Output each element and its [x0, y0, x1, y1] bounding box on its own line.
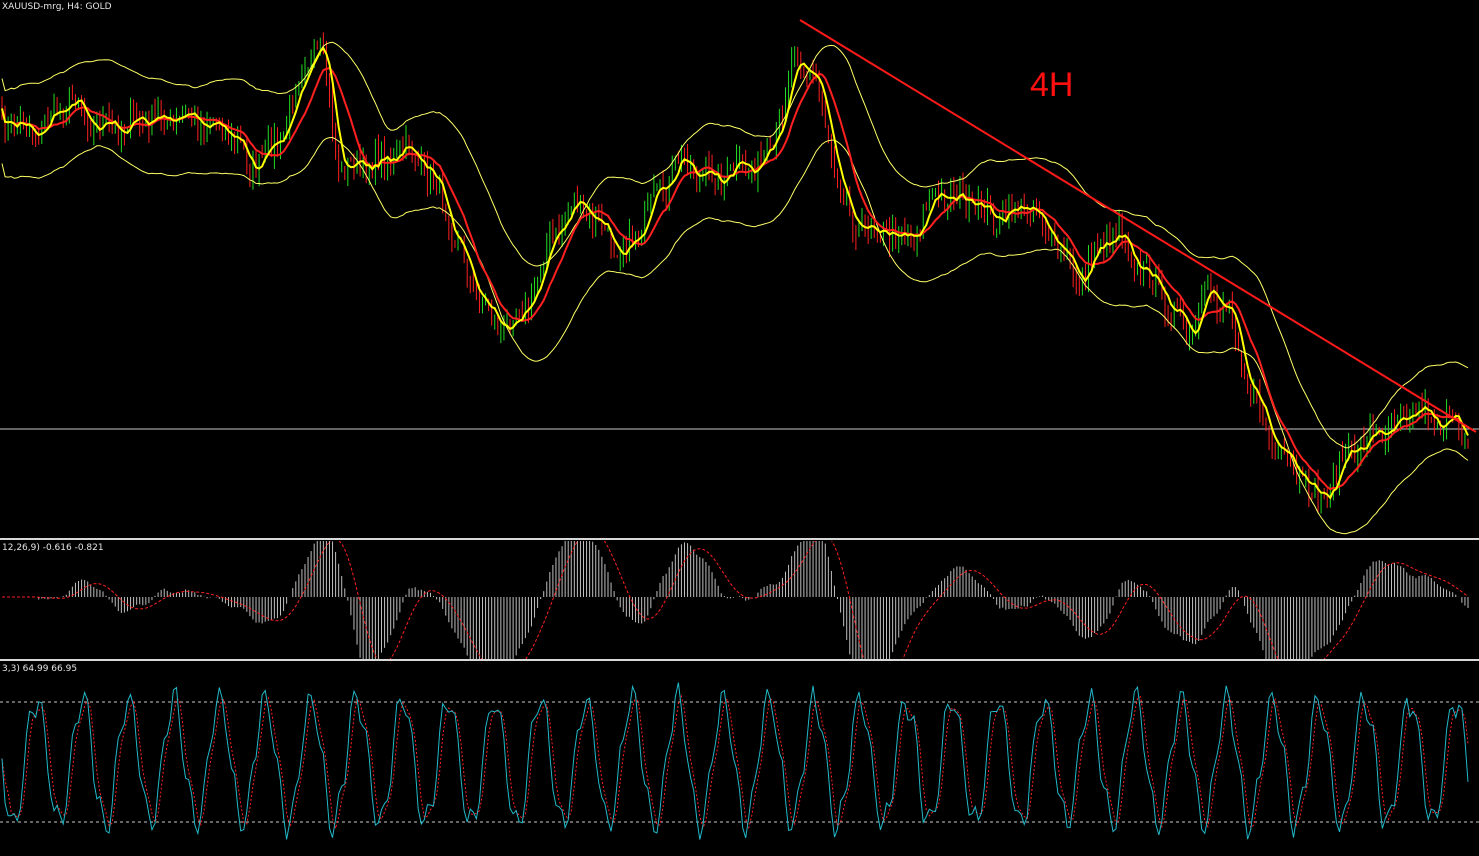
- stochastic-pane[interactable]: 3,3) 64.99 66.95: [0, 662, 1479, 856]
- price-chart-pane[interactable]: XAUUSD-mrg, H4: GOLD 4H: [0, 0, 1479, 538]
- macd-histogram: [38, 541, 1469, 659]
- timeframe-annotation[interactable]: 4H: [1030, 66, 1073, 105]
- stochastic-main-line: [1, 682, 1469, 840]
- price-chart: [0, 19, 1479, 535]
- stochastic-label: 3,3) 64.99 66.95: [2, 664, 78, 674]
- pane-separator[interactable]: [0, 659, 1479, 661]
- price-candles: [1, 32, 1469, 514]
- stochastic-indicator: [0, 682, 1479, 840]
- fast-moving-average: [1, 46, 1469, 500]
- macd-label: 12,26,9) -0.616 -0.821: [2, 543, 104, 553]
- macd-pane[interactable]: 12,26,9) -0.616 -0.821: [0, 541, 1479, 659]
- downtrend-line: [799, 19, 1477, 433]
- symbol-label: XAUUSD-mrg, H4: GOLD: [2, 2, 112, 12]
- pane-separator[interactable]: [0, 538, 1479, 540]
- macd-indicator: [2, 541, 1469, 659]
